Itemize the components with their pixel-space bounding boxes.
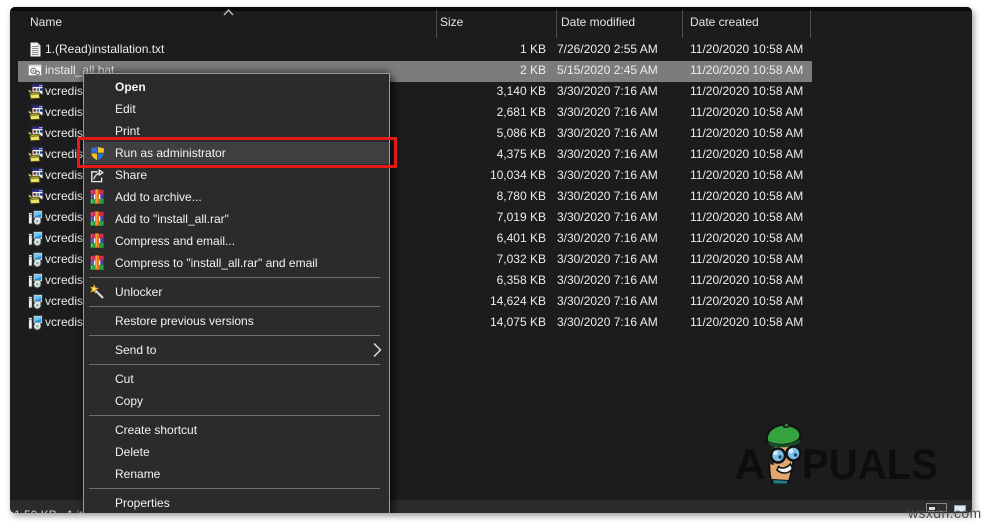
svg-text:A: A xyxy=(735,441,766,484)
svg-text:PUALS: PUALS xyxy=(802,441,938,484)
